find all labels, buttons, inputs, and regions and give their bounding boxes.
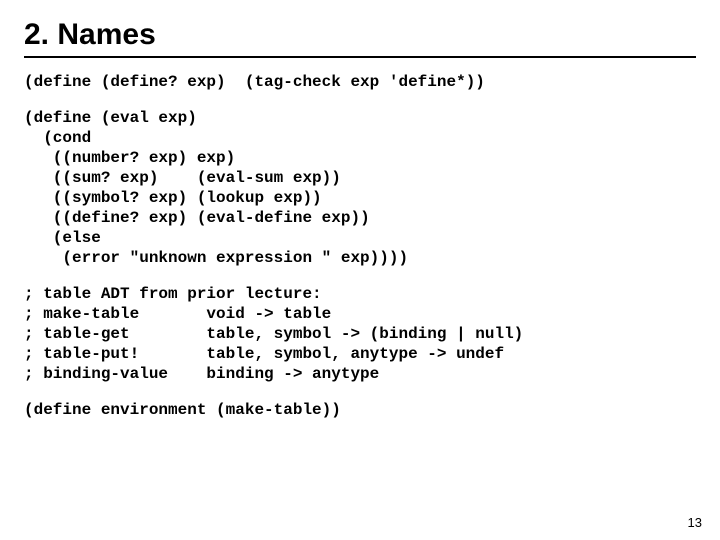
code3-l2: ; make-table void -> table	[24, 305, 331, 323]
slide-title: 2. Names	[24, 18, 696, 52]
slide: 2. Names (define (define? exp) (tag-chec…	[0, 0, 720, 540]
code2-l3: ((number? exp) exp)	[24, 149, 235, 167]
code2-l4: ((sum? exp) (eval-sum exp))	[24, 169, 341, 187]
code3-l3: ; table-get table, symbol -> (binding | …	[24, 325, 523, 343]
code3-l4: ; table-put! table, symbol, anytype -> u…	[24, 345, 504, 363]
code2-l1: (define (eval exp)	[24, 109, 197, 127]
code3-l1: ; table ADT from prior lecture:	[24, 285, 322, 303]
code2-l8: (error "unknown expression " exp))))	[24, 249, 408, 267]
code-block-4: (define environment (make-table))	[24, 400, 696, 420]
code-block-3: ; table ADT from prior lecture: ; make-t…	[24, 284, 696, 384]
code2-l6a: ((define? exp) (	[24, 209, 206, 227]
page-number: 13	[688, 515, 702, 530]
code-block-1: (define (define? exp) (tag-check exp 'de…	[24, 72, 696, 92]
code2-l2: (cond	[24, 129, 91, 147]
code1-part-a: (define (define? exp) (tag-check exp '	[24, 73, 398, 91]
code4-l1: (define environment (make-table))	[24, 401, 341, 419]
code2-l6c: exp))	[312, 209, 370, 227]
code1-part-c: ))	[466, 73, 485, 91]
code2-l6b: eval-define	[206, 209, 312, 227]
code2-l5: ((symbol? exp) (lookup exp))	[24, 189, 322, 207]
code1-part-b: define*	[398, 73, 465, 91]
title-rule	[24, 56, 696, 58]
code3-l5: ; binding-value binding -> anytype	[24, 365, 379, 383]
code-block-2: (define (eval exp) (cond ((number? exp) …	[24, 108, 696, 268]
code2-l7: (else	[24, 229, 101, 247]
